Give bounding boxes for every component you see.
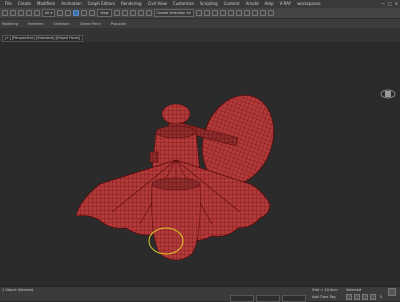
zoom-extents-icon[interactable] [388, 288, 396, 296]
link-icon[interactable] [18, 10, 24, 16]
render-frame-icon[interactable] [259, 10, 266, 16]
current-frame[interactable]: 0 [380, 295, 382, 300]
selection-status: 1 Object Selected [2, 288, 34, 292]
bulb-cover [151, 183, 201, 261]
menu-animation[interactable]: Animation [58, 0, 84, 8]
angle-snap-icon[interactable] [129, 10, 136, 16]
grid-size: Grid = 10.0cm [312, 288, 338, 292]
previous-frame-icon[interactable] [354, 294, 360, 300]
menu-civil-view[interactable]: Civil View [145, 0, 170, 8]
selected-filter[interactable]: Selected [346, 288, 361, 293]
select-object-icon[interactable] [57, 10, 64, 16]
named-selection-set-field[interactable]: Create Selection Se [153, 9, 194, 17]
unlink-icon[interactable] [26, 10, 32, 16]
window-controls: — □ ✕ [381, 0, 398, 8]
select-scale-icon[interactable] [89, 10, 96, 16]
ribbon-tab-populate[interactable]: Populate [111, 22, 126, 26]
menu-graph-editors[interactable]: Graph Editors [85, 0, 118, 8]
status-bar: 1 Object Selected Grid = 10.0cm Add Time… [0, 286, 400, 302]
reference-coordinate-dropdown[interactable]: View [97, 9, 112, 17]
menu-workspaces[interactable]: workspaces [294, 0, 324, 8]
y-coordinate-field[interactable] [256, 295, 280, 302]
selection-filter-dropdown[interactable]: All ▾ [42, 9, 56, 17]
ribbon-tab-modeling[interactable]: Modeling [2, 22, 18, 26]
ribbon: Modeling Freeform Selection Object Paint… [0, 19, 400, 28]
snap-icon[interactable] [121, 10, 128, 16]
spinner-snap-icon[interactable] [145, 10, 152, 16]
lamp-model [75, 94, 275, 261]
title-bar: File Create Modifiers Animation Graph Ed… [0, 0, 400, 8]
z-coordinate-field[interactable] [282, 295, 306, 302]
select-by-name-icon[interactable] [65, 10, 72, 16]
material-editor-icon[interactable] [243, 10, 250, 16]
close-button[interactable]: ✕ [395, 0, 398, 8]
switch-knob [149, 151, 159, 163]
menu-help[interactable]: Help [262, 0, 277, 8]
next-frame-icon[interactable] [370, 294, 376, 300]
mirror-icon[interactable] [195, 10, 202, 16]
socket-rim [155, 125, 197, 139]
ribbon-tab-object-paint[interactable]: Object Paint [80, 22, 101, 26]
menu-scripting[interactable]: Scripting [197, 0, 221, 8]
menu-create[interactable]: Create [15, 0, 34, 8]
perspective-viewport[interactable] [0, 42, 400, 286]
viewport-header: [+] [Perspective] [Standard] [Edged Face… [0, 28, 400, 43]
schematic-view-icon[interactable] [235, 10, 242, 16]
bulb-cover-rim [151, 177, 201, 191]
add-time-tag[interactable]: Add Time Tag [312, 295, 336, 300]
main-toolbar: All ▾ View Create Selection Se [0, 8, 400, 19]
play-icon[interactable] [362, 294, 368, 300]
top-cap [161, 103, 191, 125]
ribbon-tab-freeform[interactable]: Freeform [28, 22, 44, 26]
redo-icon[interactable] [10, 10, 16, 16]
menu-modifiers[interactable]: Modifiers [34, 0, 58, 8]
minimize-button[interactable]: — [381, 0, 385, 8]
select-move-icon[interactable] [73, 10, 80, 16]
ribbon-tab-selection[interactable]: Selection [54, 22, 70, 26]
menu-content[interactable]: Content [221, 0, 243, 8]
select-rotate-icon[interactable] [81, 10, 88, 16]
menu-file[interactable]: File [2, 0, 15, 8]
maximize-button[interactable]: □ [388, 0, 392, 8]
menu-customize[interactable]: Customize [170, 0, 197, 8]
x-coordinate-field[interactable] [230, 295, 254, 302]
menu-arnold[interactable]: Arnold [243, 0, 262, 8]
menu-bar: File Create Modifiers Animation Graph Ed… [2, 0, 324, 8]
go-to-start-icon[interactable] [346, 294, 352, 300]
pivot-icon[interactable] [113, 10, 120, 16]
bind-spacewarp-icon[interactable] [34, 10, 40, 16]
layer-explorer-icon[interactable] [211, 10, 218, 16]
scene-explorer-icon[interactable] [219, 10, 226, 16]
percent-snap-icon[interactable] [137, 10, 144, 16]
menu-rendering[interactable]: Rendering [118, 0, 144, 8]
viewcube-icon[interactable] [380, 89, 396, 100]
render-setup-icon[interactable] [251, 10, 258, 16]
curve-editor-icon[interactable] [227, 10, 234, 16]
render-icon[interactable] [267, 10, 274, 16]
viewport-label[interactable]: [+] [Perspective] [Standard] [Edged Face… [2, 35, 84, 42]
menu-vray[interactable]: V-RAY [277, 0, 294, 8]
undo-icon[interactable] [2, 10, 8, 16]
align-icon[interactable] [203, 10, 210, 16]
